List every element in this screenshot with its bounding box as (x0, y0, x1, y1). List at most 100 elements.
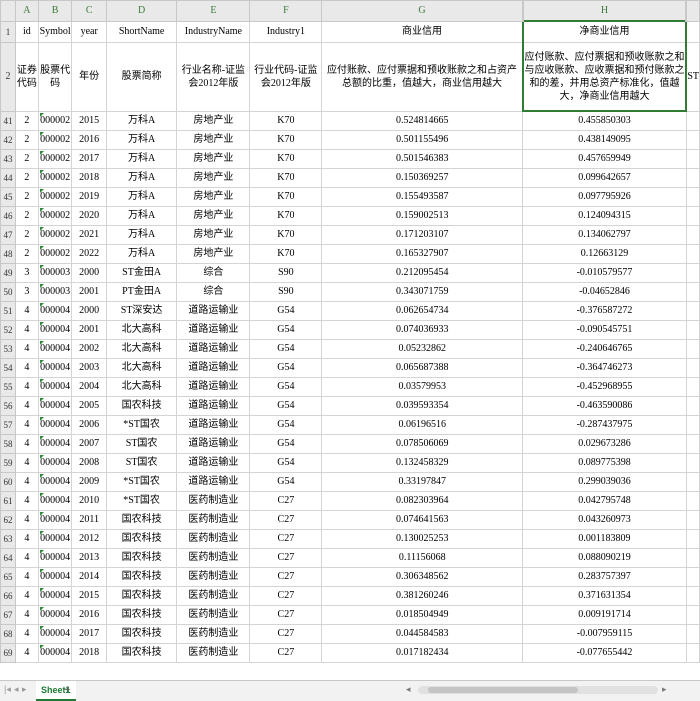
table-cell[interactable]: 国农科技 (105, 529, 178, 549)
row-number[interactable]: 2 (0, 42, 17, 112)
table-cell[interactable]: 房地产业 (176, 225, 251, 245)
table-cell[interactable]: 2010 (71, 491, 107, 511)
table-cell[interactable]: 0.082303964 (321, 491, 524, 511)
table-cell[interactable] (685, 110, 700, 131)
table-cell[interactable]: 2019 (71, 187, 107, 207)
table-cell[interactable]: -0.364746273 (522, 358, 687, 378)
table-cell[interactable] (685, 225, 700, 245)
row-number[interactable]: 65 (0, 567, 17, 587)
table-cell[interactable]: C27 (249, 529, 323, 549)
table-cell[interactable]: 2017 (71, 149, 107, 169)
row-number[interactable]: 66 (0, 586, 17, 606)
table-cell[interactable]: 道路运输业 (176, 415, 251, 435)
header-cell[interactable]: 净商业信用 (521, 20, 688, 43)
row-number[interactable]: 50 (0, 282, 17, 302)
table-cell[interactable]: 2000 (71, 301, 107, 321)
table-cell[interactable]: C27 (249, 510, 323, 530)
table-cell[interactable] (685, 130, 700, 150)
table-cell[interactable]: 0.12663129 (522, 244, 687, 264)
scroll-left-icon[interactable]: ◂ (406, 684, 411, 695)
table-cell[interactable]: 2 (15, 130, 39, 150)
row-number[interactable]: 53 (0, 339, 17, 359)
table-cell[interactable]: 0.33197847 (321, 472, 524, 492)
table-cell[interactable]: K70 (249, 206, 323, 226)
table-cell[interactable]: 医药制造业 (176, 643, 251, 663)
header-cell[interactable]: 证券代码 (15, 42, 39, 112)
table-cell[interactable]: 道路运输业 (176, 301, 251, 321)
table-cell[interactable]: G54 (249, 472, 323, 492)
column-header-b[interactable]: B (37, 0, 73, 22)
table-cell[interactable]: 房地产业 (176, 130, 251, 150)
table-cell[interactable] (685, 567, 700, 587)
header-cell[interactable]: 行业名称-证监会2012年版 (176, 42, 251, 112)
table-cell[interactable]: 房地产业 (176, 244, 251, 264)
table-cell[interactable]: 4 (15, 320, 39, 340)
table-cell[interactable]: 000004 (37, 548, 73, 568)
table-cell[interactable]: C27 (249, 491, 323, 511)
prev-sheet-icon[interactable]: ◂ (14, 684, 19, 695)
table-cell[interactable]: 万科A (105, 168, 178, 188)
table-cell[interactable]: 万科A (105, 149, 178, 169)
table-cell[interactable]: K70 (249, 244, 323, 264)
table-cell[interactable]: G54 (249, 301, 323, 321)
table-cell[interactable]: 万科A (105, 244, 178, 264)
table-cell[interactable]: 4 (15, 358, 39, 378)
table-cell[interactable]: 2004 (71, 377, 107, 397)
table-cell[interactable]: 医药制造业 (176, 510, 251, 530)
table-cell[interactable]: 2016 (71, 130, 107, 150)
table-cell[interactable]: 道路运输业 (176, 434, 251, 454)
table-cell[interactable]: 2011 (71, 510, 107, 530)
table-cell[interactable] (685, 168, 700, 188)
table-cell[interactable]: -0.376587272 (522, 301, 687, 321)
table-cell[interactable]: 000004 (37, 605, 73, 625)
table-cell[interactable]: 2 (15, 225, 39, 245)
row-number[interactable]: 47 (0, 225, 17, 245)
table-cell[interactable]: 0.371631354 (522, 586, 687, 606)
table-cell[interactable] (685, 187, 700, 207)
scroll-right-icon[interactable]: ▸ (662, 684, 667, 695)
row-number[interactable]: 63 (0, 529, 17, 549)
table-cell[interactable]: 000004 (37, 567, 73, 587)
table-cell[interactable]: 000004 (37, 472, 73, 492)
table-cell[interactable]: 2021 (71, 225, 107, 245)
table-cell[interactable]: 0.029673286 (522, 434, 687, 454)
table-cell[interactable] (685, 206, 700, 226)
table-cell[interactable]: 国农科技 (105, 510, 178, 530)
table-cell[interactable]: 000002 (37, 244, 73, 264)
table-cell[interactable] (685, 529, 700, 549)
table-cell[interactable]: G54 (249, 396, 323, 416)
header-cell[interactable]: 行业代码-证监会2012年版 (249, 42, 323, 112)
table-cell[interactable]: S90 (249, 282, 323, 302)
table-cell[interactable]: 0.088090219 (522, 548, 687, 568)
table-cell[interactable]: 4 (15, 472, 39, 492)
table-cell[interactable]: -0.287437975 (522, 415, 687, 435)
table-cell[interactable]: 2008 (71, 453, 107, 473)
table-cell[interactable]: -0.452968955 (522, 377, 687, 397)
table-cell[interactable]: 000004 (37, 491, 73, 511)
table-cell[interactable]: 4 (15, 510, 39, 530)
row-number[interactable]: 57 (0, 415, 17, 435)
table-cell[interactable] (685, 263, 700, 283)
table-cell[interactable]: 4 (15, 586, 39, 606)
header-cell[interactable]: Industry1 (249, 20, 323, 43)
table-cell[interactable]: 0.438149095 (522, 130, 687, 150)
table-cell[interactable]: G54 (249, 453, 323, 473)
plus-icon[interactable]: + (64, 684, 70, 696)
table-cell[interactable]: 4 (15, 453, 39, 473)
table-cell[interactable]: C27 (249, 624, 323, 644)
header-cell[interactable]: id (15, 20, 39, 43)
table-cell[interactable]: 0.212095454 (321, 263, 524, 283)
table-cell[interactable]: -0.077655442 (522, 643, 687, 663)
row-number[interactable]: 60 (0, 472, 17, 492)
table-cell[interactable]: 0.524814665 (321, 110, 524, 131)
table-cell[interactable]: 2016 (71, 605, 107, 625)
table-cell[interactable]: 4 (15, 643, 39, 663)
table-cell[interactable]: 国农科技 (105, 605, 178, 625)
table-cell[interactable]: 4 (15, 624, 39, 644)
table-cell[interactable]: 0.097795926 (522, 187, 687, 207)
table-cell[interactable] (685, 472, 700, 492)
table-cell[interactable] (685, 434, 700, 454)
table-cell[interactable]: ST国农 (105, 453, 178, 473)
table-cell[interactable]: 万科A (105, 206, 178, 226)
table-cell[interactable]: 000002 (37, 168, 73, 188)
